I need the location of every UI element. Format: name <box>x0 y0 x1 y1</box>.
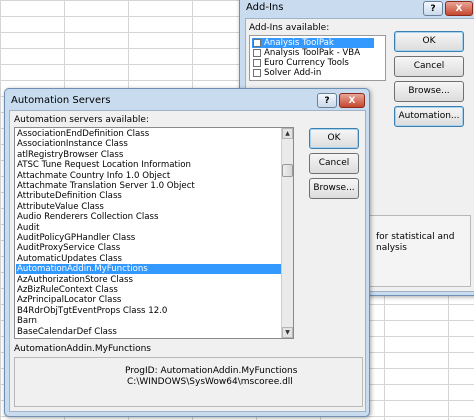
addins-help-button[interactable]: ? <box>423 1 443 16</box>
automation-cancel-button[interactable]: Cancel <box>309 153 359 174</box>
server-list-item[interactable]: AttributeDefinition Class <box>16 191 281 201</box>
addin-description-line1: for statistical and <box>376 232 455 242</box>
automation-available-label: Automation servers available: <box>14 115 149 125</box>
server-list-item[interactable]: AutomationAddin.MyFunctions <box>16 264 281 275</box>
automation-dialog-title: Automation Servers <box>11 95 111 106</box>
addins-ok-button[interactable]: OK <box>394 31 464 52</box>
automation-close-button[interactable]: X <box>339 93 365 108</box>
automation-help-button[interactable]: ? <box>317 93 337 108</box>
addins-list[interactable]: Analysis ToolPak Analysis ToolPak - VBA … <box>249 35 386 81</box>
automation-browse-button[interactable]: Browse... <box>309 178 359 199</box>
server-list-item[interactable]: AuditProxyService Class <box>16 243 281 253</box>
server-list-item[interactable]: AzBizRuleContext Class <box>16 285 281 295</box>
server-list-item[interactable]: Attachmate Country Info 1.0 Object <box>16 171 281 181</box>
servers-list-scrollbar[interactable]: ▲ ▼ <box>281 128 293 338</box>
automation-ok-button[interactable]: OK <box>309 128 359 149</box>
scroll-thumb[interactable] <box>282 164 293 177</box>
addin-item-label: Analysis ToolPak - VBA <box>264 48 361 58</box>
scroll-up-arrow-icon[interactable]: ▲ <box>282 128 293 139</box>
addin-checkbox[interactable] <box>253 38 261 47</box>
addins-automation-button[interactable]: Automation... <box>394 106 464 127</box>
server-list-item[interactable]: AttributeValue Class <box>16 202 281 212</box>
addin-item-label: Solver Add-in <box>264 68 322 78</box>
addin-item-euro-currency-tools[interactable]: Euro Currency Tools <box>252 58 349 68</box>
automation-client-area: Automation servers available: Associatio… <box>9 110 366 412</box>
server-description-box: ProgID: AutomationAddin.MyFunctions C:\W… <box>14 357 363 407</box>
server-list-item[interactable]: Audio Renderers Collection Class <box>16 212 281 222</box>
addin-item-analysis-toolpak[interactable]: Analysis ToolPak <box>252 38 374 48</box>
server-list-item[interactable]: AzPrincipalLocator Class <box>16 295 281 305</box>
addin-description-line2: nalysis <box>376 243 407 253</box>
automation-servers-dialog: Automation Servers ? X Automation server… <box>4 88 370 417</box>
server-list-item[interactable]: AssociationEndDefinition Class <box>16 129 281 139</box>
server-list-item[interactable]: AzAuthorizationStore Class <box>16 275 281 285</box>
automation-servers-list[interactable]: AssociationEndDefinition Class Associatio… <box>14 127 294 339</box>
addin-item-label: Euro Currency Tools <box>264 58 349 68</box>
scroll-down-arrow-icon[interactable]: ▼ <box>282 327 293 338</box>
server-list-item[interactable]: atlRegistryBrowser Class <box>16 150 281 160</box>
addin-item-analysis-toolpak-vba[interactable]: Analysis ToolPak - VBA <box>252 48 360 58</box>
server-list-item[interactable]: Audit <box>16 223 281 233</box>
addin-item-label: Analysis ToolPak <box>264 38 334 48</box>
server-progid: ProgID: AutomationAddin.MyFunctions <box>125 366 298 376</box>
addin-checkbox[interactable] <box>253 58 261 67</box>
server-list-item[interactable]: B4RdrObjTgtEventProps Class 12.0 <box>16 306 281 316</box>
addin-checkbox[interactable] <box>253 48 261 57</box>
addins-browse-button[interactable]: Browse... <box>394 81 464 102</box>
server-list-item[interactable]: Attachmate Translation Server 1.0 Object <box>16 181 281 191</box>
addins-available-label: Add-Ins available: <box>249 23 330 33</box>
server-list-item[interactable]: ATSC Tune Request Location Information <box>16 160 281 170</box>
addin-checkbox[interactable] <box>253 68 261 77</box>
server-dll-path: C:\WINDOWS\SysWow64\mscoree.dll <box>127 377 293 387</box>
addins-cancel-button[interactable]: Cancel <box>394 56 464 77</box>
addins-close-button[interactable]: X <box>445 1 473 16</box>
addins-dialog-title: Add-Ins <box>246 2 284 13</box>
server-list-item[interactable]: BaseCalendarDef Class <box>16 327 281 337</box>
server-list-item[interactable]: AutomaticUpdates Class <box>16 254 281 264</box>
selected-server-name: AutomationAddin.MyFunctions <box>14 344 151 354</box>
server-list-item[interactable]: Barn <box>16 316 281 326</box>
server-list-item[interactable]: AuditPolicyGPHandler Class <box>16 233 281 243</box>
addin-item-solver[interactable]: Solver Add-in <box>252 68 321 78</box>
server-list-item[interactable]: AssociationInstance Class <box>16 139 281 149</box>
